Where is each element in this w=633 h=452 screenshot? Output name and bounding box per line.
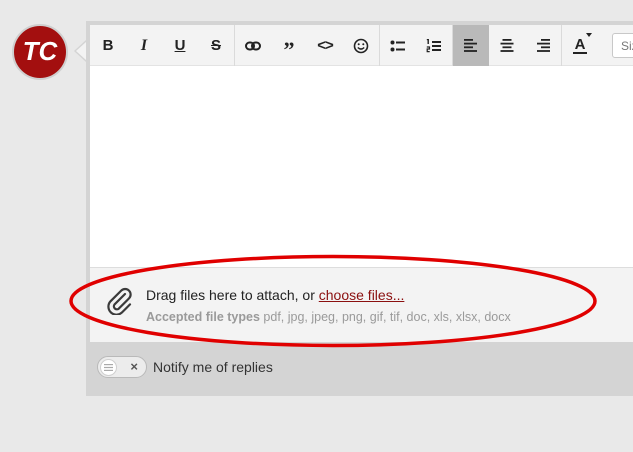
link-icon: [245, 41, 261, 50]
choose-files-link[interactable]: choose files...: [319, 287, 405, 303]
align-left-icon: [464, 39, 477, 52]
bold-button[interactable]: B: [90, 25, 126, 66]
tc-logo-icon: TC: [23, 36, 59, 66]
attach-prompt-text: Drag files here to attach, or: [146, 287, 319, 303]
bullet-list-button[interactable]: [380, 25, 416, 66]
align-right-button[interactable]: [525, 25, 561, 66]
bullet-list-icon: [390, 40, 405, 51]
caret-down-icon: [586, 33, 592, 37]
comment-text-area[interactable]: [90, 66, 633, 267]
accepted-types-label: Accepted file types: [146, 310, 260, 324]
close-icon: ×: [130, 359, 138, 374]
attach-prompt: Drag files here to attach, or choose fil…: [146, 287, 404, 303]
avatar: TC: [12, 24, 68, 80]
align-center-icon: [500, 39, 514, 52]
toolbar-group-insert: ” <>: [235, 25, 380, 66]
font-size-select[interactable]: Size: [612, 33, 633, 58]
quote-button[interactable]: ”: [271, 25, 307, 66]
grip-icon: [104, 364, 113, 371]
notify-row: × Notify me of replies: [97, 356, 273, 378]
strikethrough-button[interactable]: S: [198, 25, 234, 66]
numbered-list-button[interactable]: [416, 25, 452, 66]
emoji-button[interactable]: [343, 25, 379, 66]
paperclip-icon: [107, 287, 132, 315]
notify-label: Notify me of replies: [153, 359, 273, 375]
italic-button[interactable]: I: [126, 25, 162, 66]
toolbar-group-lists: [380, 25, 453, 66]
underline-button[interactable]: U: [162, 25, 198, 66]
align-left-button[interactable]: [453, 25, 489, 66]
speech-pointer: [74, 40, 86, 62]
comment-editor: B I U S ” <> A Si Drag files here to att…: [90, 25, 633, 342]
link-button[interactable]: [235, 25, 271, 66]
toggle-knob: [100, 359, 117, 376]
editor-toolbar: B I U S ” <> A Si: [90, 25, 633, 66]
align-right-icon: [537, 39, 550, 52]
text-color-glyph: A: [572, 35, 588, 54]
attachment-dropzone[interactable]: Drag files here to attach, or choose fil…: [90, 267, 633, 342]
notify-toggle[interactable]: ×: [97, 356, 147, 378]
accepted-file-types: Accepted file types pdf, jpg, jpeg, png,…: [146, 310, 511, 324]
toolbar-group-format: B I U S: [90, 25, 235, 66]
text-color-button[interactable]: A: [562, 25, 598, 66]
align-center-button[interactable]: [489, 25, 525, 66]
accepted-types-list: pdf, jpg, jpeg, png, gif, tif, doc, xls,…: [259, 310, 511, 324]
numbered-list-icon: [426, 38, 441, 52]
smiley-icon: [353, 38, 369, 53]
svg-text:TC: TC: [23, 36, 59, 66]
toolbar-group-align: [453, 25, 562, 66]
code-button[interactable]: <>: [307, 25, 343, 66]
toolbar-group-color: A: [562, 25, 598, 66]
